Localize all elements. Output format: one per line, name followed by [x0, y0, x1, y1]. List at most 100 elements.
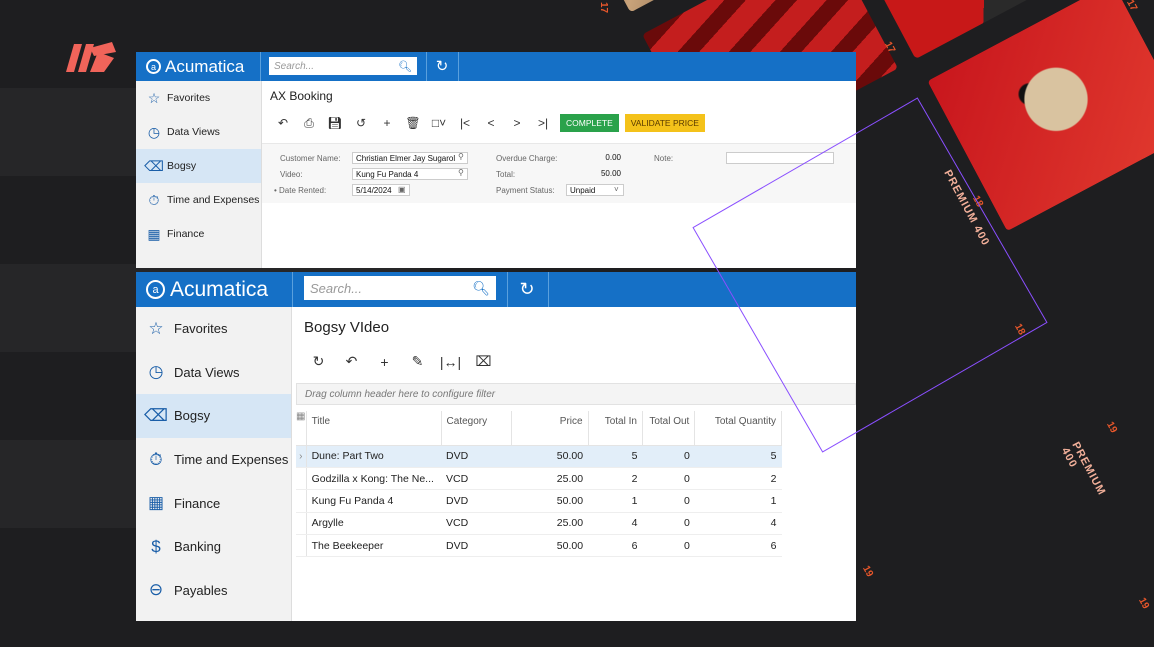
cell-total-out[interactable]: 0 [642, 489, 695, 513]
cell-price[interactable]: 50.00 [511, 445, 589, 468]
add-icon[interactable]: + [368, 354, 401, 370]
sidebar-item-favorites[interactable]: ☆ Favorites [136, 307, 291, 351]
save-close-icon[interactable]: ⎙ [296, 116, 322, 131]
acumatica-logo[interactable]: a Acumatica [136, 57, 260, 77]
row-selector[interactable] [296, 512, 307, 536]
history-icon[interactable]: ↻ [516, 278, 538, 300]
acumatica-logo[interactable]: a Acumatica [136, 278, 292, 302]
cell-total-quantity[interactable]: 6 [694, 534, 782, 558]
sidebar-item-favorites[interactable]: ☆ Favorites [136, 81, 261, 115]
cell-category[interactable]: VCD [441, 512, 512, 536]
sidebar-item-bogsy[interactable]: ⌫ Bogsy [136, 149, 261, 183]
cell-total-in[interactable]: 1 [588, 489, 643, 513]
cell-total-in[interactable]: 2 [588, 467, 643, 491]
video-field[interactable]: Kung Fu Panda 4 [352, 168, 468, 180]
edit-icon[interactable]: ✎ [401, 353, 434, 370]
table-row[interactable]: › Dune: Part Two DVD 50.00 5 0 5 [296, 445, 782, 468]
row-selector[interactable] [296, 534, 307, 558]
cell-title[interactable]: Dune: Part Two [306, 445, 442, 468]
cell-total-quantity[interactable]: 1 [694, 489, 782, 513]
cell-title[interactable]: Godzilla x Kong: The Ne... [306, 467, 442, 491]
search-input[interactable]: Search... 🔍︎ [304, 276, 496, 300]
column-header-total-out[interactable]: Total Out [642, 411, 696, 446]
save-icon[interactable]: 💾︎ [322, 116, 348, 130]
validate-price-button[interactable]: VALIDATE PRICE [624, 114, 705, 132]
cell-total-out[interactable]: 0 [642, 467, 695, 491]
sidebar-item-time-and-expenses[interactable]: ⏱ Time and Expenses [136, 183, 261, 217]
minus-circle-icon: ⊖ [148, 580, 164, 600]
cell-total-out[interactable]: 0 [642, 512, 695, 536]
cell-price[interactable]: 50.00 [511, 489, 589, 513]
row-selector-header[interactable]: ▦ [296, 411, 307, 446]
next-record-icon[interactable]: > [504, 116, 530, 130]
sidebar-item-bogsy[interactable]: ⌫ Bogsy [136, 394, 291, 438]
filter-hint[interactable]: Drag column header here to configure fil… [296, 383, 856, 405]
grid-header-row: ▦ Title Category Price Total In Total Ou… [296, 411, 782, 446]
cell-total-out[interactable]: 0 [642, 445, 695, 468]
chevron-down-icon[interactable]: ˅ [614, 185, 619, 194]
previous-record-icon[interactable]: < [478, 116, 504, 130]
cell-title[interactable]: The Beekeeper [306, 534, 442, 558]
refresh-icon[interactable]: ↻ [302, 353, 335, 370]
column-header-price[interactable]: Price [511, 411, 589, 446]
column-header-total-in[interactable]: Total In [588, 411, 643, 446]
cell-price[interactable]: 25.00 [511, 467, 589, 491]
first-record-icon[interactable]: |< [452, 116, 478, 130]
sidebar-item-time-and-expenses[interactable]: ⏱ Time and Expenses [136, 438, 291, 482]
copy-paste-icon[interactable]: □˅ [426, 116, 452, 130]
search-input[interactable]: Search... 🔍︎ [269, 57, 417, 75]
cell-title[interactable]: Argylle [306, 512, 442, 536]
sidebar-item-finance[interactable]: ▦ Finance [136, 481, 291, 525]
cell-total-quantity[interactable]: 4 [694, 512, 782, 536]
cell-category[interactable]: DVD [441, 534, 512, 558]
undo-icon[interactable]: ↺ [348, 116, 374, 130]
cell-total-out[interactable]: 0 [642, 534, 695, 558]
undo-icon[interactable]: ↶ [335, 353, 368, 370]
history-icon[interactable]: ↻ [432, 56, 452, 76]
column-header-total-quantity[interactable]: Total Quantity [694, 411, 782, 446]
cell-category[interactable]: DVD [441, 489, 512, 513]
table-row[interactable]: Kung Fu Panda 4 DVD 50.00 1 0 1 [296, 489, 782, 513]
sidebar-item-data-views[interactable]: ◷ Data Views [136, 351, 291, 395]
column-header-title[interactable]: Title [306, 411, 442, 446]
cell-total-in[interactable]: 6 [588, 534, 643, 558]
table-row[interactable]: The Beekeeper DVD 50.00 6 0 6 [296, 534, 782, 558]
add-icon[interactable]: + [374, 116, 400, 130]
bogsy-video-grid: ▦ Title Category Price Total In Total Ou… [296, 411, 782, 558]
delete-icon[interactable]: 🗑︎ [400, 116, 426, 130]
cell-total-quantity[interactable]: 5 [694, 445, 782, 468]
customer-name-field[interactable]: Christian Elmer Jay Sugarol [352, 152, 468, 164]
last-record-icon[interactable]: >| [530, 116, 556, 130]
payment-status-label: Payment Status: [496, 186, 555, 195]
chevron-right-icon[interactable]: › [296, 445, 307, 468]
overdue-charge-value: 0.00 [605, 153, 621, 162]
sidebar-item-data-views[interactable]: ◷ Data Views [136, 115, 261, 149]
fit-columns-icon[interactable]: |↔| [434, 354, 467, 370]
sidebar-item-payables[interactable]: ⊖ Payables [136, 569, 291, 613]
cell-total-quantity[interactable]: 2 [694, 467, 782, 491]
row-selector[interactable] [296, 467, 307, 491]
export-excel-icon[interactable]: ⌧ [467, 353, 500, 370]
calendar-icon[interactable]: ▣ [398, 185, 406, 194]
search-icon[interactable]: 🔍︎ [472, 280, 490, 297]
film-frame-number: 19 [860, 564, 876, 579]
table-row[interactable]: Argylle VCD 25.00 4 0 4 [296, 512, 782, 536]
cell-title[interactable]: Kung Fu Panda 4 [306, 489, 442, 513]
row-selector[interactable] [296, 489, 307, 513]
cell-category[interactable]: VCD [441, 467, 512, 491]
back-icon[interactable]: ↶ [270, 116, 296, 130]
sidebar-item-banking[interactable]: $ Banking [136, 525, 291, 569]
column-header-category[interactable]: Category [441, 411, 513, 446]
table-row[interactable]: Godzilla x Kong: The Ne... VCD 25.00 2 0… [296, 467, 782, 491]
lookup-icon[interactable]: ⚲ [458, 168, 464, 177]
cell-total-in[interactable]: 4 [588, 512, 643, 536]
cell-category[interactable]: DVD [441, 445, 512, 468]
cell-price[interactable]: 50.00 [511, 534, 589, 558]
lookup-icon[interactable]: ⚲ [458, 152, 464, 161]
complete-button[interactable]: COMPLETE [560, 114, 619, 132]
cell-price[interactable]: 25.00 [511, 512, 589, 536]
cell-total-in[interactable]: 5 [588, 445, 643, 468]
stopwatch-icon: ⏱ [148, 191, 160, 208]
search-icon[interactable]: 🔍︎ [398, 60, 412, 73]
sidebar-item-finance[interactable]: ▦ Finance [136, 217, 261, 251]
